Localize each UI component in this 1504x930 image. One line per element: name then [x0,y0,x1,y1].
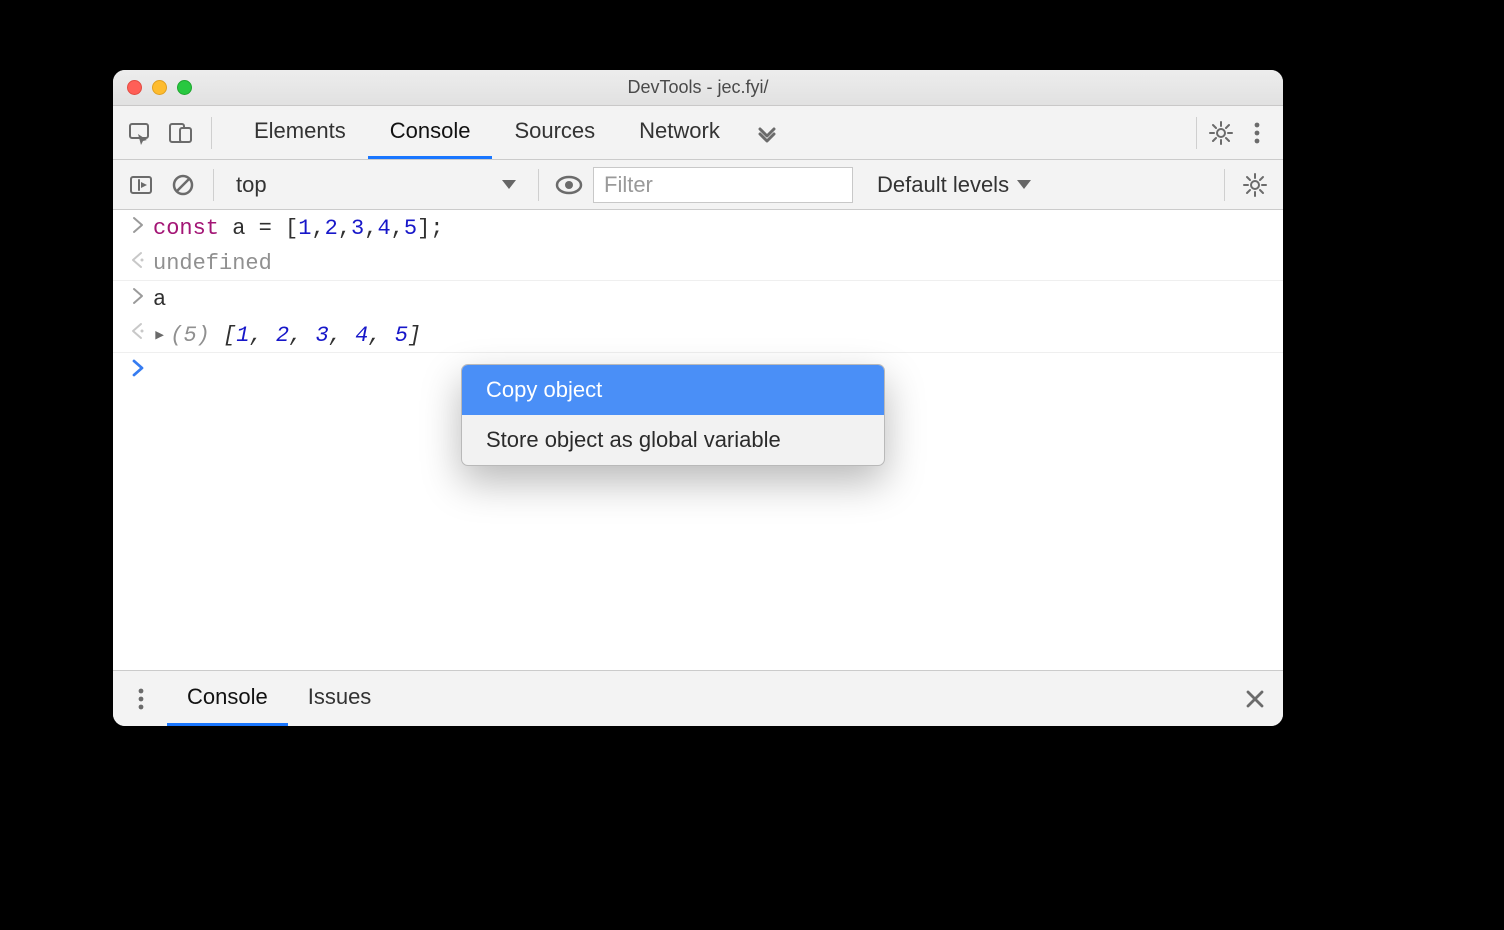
console-input-code: const a = [1,2,3,4,5]; [153,216,443,241]
expand-triangle-icon[interactable]: ▸ [153,322,166,348]
devtools-window: DevTools - jec.fyi/ Elements Console Sou… [113,70,1283,726]
window-controls [127,80,192,95]
panel-tabs: Elements Console Sources Network [232,106,742,159]
menu-item-label: Store object as global variable [486,427,781,452]
menu-item-copy-object[interactable]: Copy object [462,365,884,415]
console-input-row: a [113,281,1283,316]
close-window-button[interactable] [127,80,142,95]
tab-label: Issues [308,684,372,710]
context-value: top [236,172,267,198]
toggle-sidebar-icon[interactable] [123,167,159,203]
drawer-tab-console[interactable]: Console [167,671,288,726]
console-output-text: undefined [153,251,272,276]
console-output-row: undefined [113,245,1283,281]
menu-item-store-global[interactable]: Store object as global variable [462,415,884,465]
console-input-row: const a = [1,2,3,4,5]; [113,210,1283,245]
tab-label: Network [639,118,720,144]
levels-label: Default levels [877,172,1009,198]
titlebar: DevTools - jec.fyi/ [113,70,1283,106]
tab-elements[interactable]: Elements [232,106,368,159]
prompt-icon [123,216,153,234]
clear-console-icon[interactable] [165,167,201,203]
log-levels-select[interactable]: Default levels [877,172,1031,198]
drawer-tab-issues[interactable]: Issues [288,671,392,726]
return-icon [123,322,153,340]
prompt-icon [123,359,153,377]
prompt-icon [123,287,153,305]
menu-item-label: Copy object [486,377,602,402]
console-output-row: ▸(5) [1, 2, 3, 4, 5] [113,316,1283,353]
live-expression-icon[interactable] [551,167,587,203]
close-drawer-icon[interactable] [1237,681,1273,717]
kebab-menu-icon[interactable] [1239,115,1275,151]
inspect-element-icon[interactable] [121,115,157,151]
return-icon [123,251,153,269]
console-toolbar: top Default levels [113,160,1283,210]
separator [1196,117,1197,149]
separator [538,169,539,201]
minimize-window-button[interactable] [152,80,167,95]
separator [213,169,214,201]
tab-network[interactable]: Network [617,106,742,159]
console-body: const a = [1,2,3,4,5]; undefined a ▸(5) … [113,210,1283,670]
filter-input[interactable] [593,167,853,203]
tab-console[interactable]: Console [368,106,493,159]
main-toolbar: Elements Console Sources Network [113,106,1283,160]
console-settings-icon[interactable] [1237,167,1273,203]
tab-label: Elements [254,118,346,144]
drawer: Console Issues [113,670,1283,726]
separator [1224,169,1225,201]
console-input-code: a [153,287,166,312]
console-array-output[interactable]: ▸(5) [1, 2, 3, 4, 5] [153,322,421,348]
zoom-window-button[interactable] [177,80,192,95]
separator [211,117,212,149]
tab-sources[interactable]: Sources [492,106,617,159]
tab-label: Sources [514,118,595,144]
drawer-tabs: Console Issues [167,671,391,726]
device-toolbar-icon[interactable] [163,115,199,151]
more-tabs-button[interactable] [742,122,792,144]
tab-label: Console [187,684,268,710]
context-menu: Copy object Store object as global varia… [461,364,885,466]
tab-label: Console [390,118,471,144]
window-title: DevTools - jec.fyi/ [113,77,1283,98]
settings-icon[interactable] [1203,115,1239,151]
drawer-kebab-icon[interactable] [123,681,159,717]
execution-context-select[interactable]: top [226,167,526,203]
